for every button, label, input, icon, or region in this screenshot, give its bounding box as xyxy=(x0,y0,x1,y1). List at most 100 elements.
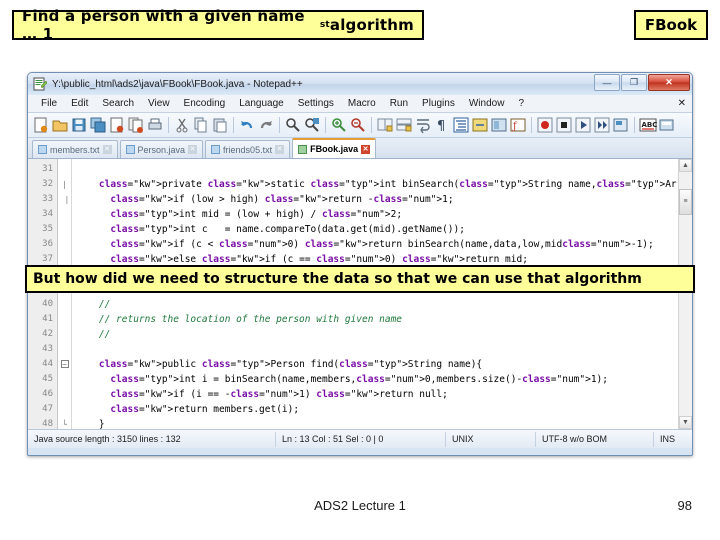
editor-vertical-scrollbar[interactable]: ▲ ≡ ▼ xyxy=(678,159,692,429)
print-icon[interactable] xyxy=(146,116,164,134)
close-document-icon[interactable]: ✕ xyxy=(678,98,686,109)
paste-icon[interactable] xyxy=(211,116,229,134)
open-file-icon[interactable] xyxy=(51,116,69,134)
menu-item-help[interactable]: ? xyxy=(511,98,531,109)
doc-map-icon[interactable] xyxy=(490,116,508,134)
toolbar-separator xyxy=(279,117,280,133)
code-editor[interactable]: 31 32 33 34 35 36 37 40 41 42 43 44 45 4… xyxy=(28,159,692,429)
maximize-button[interactable]: ❐ xyxy=(621,74,647,91)
code-text-area[interactable]: class="kw">private class="kw">static cla… xyxy=(72,159,678,429)
menu-item-file[interactable]: File xyxy=(34,98,64,109)
scroll-up-arrow-icon[interactable]: ▲ xyxy=(679,159,692,172)
line-number: 45 xyxy=(42,374,53,384)
menu-item-run[interactable]: Run xyxy=(383,98,415,109)
menu-item-encoding[interactable]: Encoding xyxy=(177,98,233,109)
slide-title-tail: algorithm xyxy=(329,16,414,34)
replace-icon[interactable] xyxy=(303,116,321,134)
window-title-text: Y:\public_html\ads2\java\FBook\FBook.jav… xyxy=(52,78,303,90)
code-folding-column[interactable]: | | − └ xyxy=(58,159,72,429)
tab-label: members.txt xyxy=(50,144,100,155)
undo-icon[interactable] xyxy=(238,116,256,134)
tab-fbook-java[interactable]: FBook.java ✕ xyxy=(292,138,377,158)
menu-item-edit[interactable]: Edit xyxy=(64,98,95,109)
sync-scroll-h-icon[interactable] xyxy=(395,116,413,134)
tab-close-icon[interactable]: ✕ xyxy=(188,145,198,154)
cut-icon[interactable] xyxy=(173,116,191,134)
find-icon[interactable] xyxy=(284,116,302,134)
redo-icon[interactable] xyxy=(257,116,275,134)
minimize-button[interactable]: — xyxy=(594,74,620,91)
ui-goto-icon[interactable] xyxy=(471,116,489,134)
spellcheck-icon[interactable]: ABC xyxy=(639,116,657,134)
sync-scroll-v-icon[interactable] xyxy=(376,116,394,134)
function-list-icon[interactable]: ƒ xyxy=(509,116,527,134)
tab-close-icon[interactable]: ✕ xyxy=(102,145,112,154)
window-titlebar[interactable]: Y:\public_html\ads2\java\FBook\FBook.jav… xyxy=(28,73,692,95)
tab-members-txt[interactable]: members.txt ✕ xyxy=(32,140,118,158)
mid-callout-text: But how did we need to structure the dat… xyxy=(33,271,642,287)
menu-item-macro[interactable]: Macro xyxy=(341,98,383,109)
code-line: // returns the location of the person wi… xyxy=(76,314,403,325)
line-number: 48 xyxy=(42,419,53,429)
close-button[interactable]: ✕ xyxy=(648,74,690,91)
svg-text:¶: ¶ xyxy=(437,119,445,134)
tab-person-java[interactable]: Person.java ✕ xyxy=(119,140,204,158)
new-file-icon[interactable] xyxy=(32,116,50,134)
line-number: 36 xyxy=(42,239,53,249)
word-wrap-icon[interactable] xyxy=(414,116,432,134)
code-line: class="kw">private class="kw">static cla… xyxy=(98,179,678,190)
line-number: 41 xyxy=(42,314,53,324)
toolbar-separator xyxy=(233,117,234,133)
fold-marker xyxy=(58,162,71,177)
fold-marker xyxy=(58,297,71,312)
menu-item-settings[interactable]: Settings xyxy=(291,98,341,109)
menu-item-language[interactable]: Language xyxy=(232,98,291,109)
record-macro-icon[interactable] xyxy=(536,116,554,134)
copy-icon[interactable] xyxy=(192,116,210,134)
code-line: // xyxy=(76,329,111,340)
fold-marker xyxy=(58,222,71,237)
code-line: class="kw">public class="typ">Person fin… xyxy=(98,359,483,370)
status-eol-format: UNIX xyxy=(446,431,536,447)
save-macro-icon[interactable] xyxy=(612,116,630,134)
slide-footer: ADS2 Lecture 1 98 xyxy=(0,494,720,516)
scrollbar-thumb[interactable]: ≡ xyxy=(679,189,692,215)
code-line: class="kw">return members.get(i); xyxy=(110,404,300,415)
close-all-icon[interactable] xyxy=(127,116,145,134)
stop-macro-icon[interactable] xyxy=(555,116,573,134)
line-number: 40 xyxy=(42,299,53,309)
tab-friends05-txt[interactable]: friends05.txt ✕ xyxy=(205,140,291,158)
code-line: class="typ">int i = binSearch(name,membe… xyxy=(110,374,608,385)
tab-close-icon[interactable]: ✕ xyxy=(275,145,285,154)
zoom-out-icon[interactable] xyxy=(349,116,367,134)
menu-item-search[interactable]: Search xyxy=(95,98,141,109)
fast-play-macro-icon[interactable] xyxy=(593,116,611,134)
menu-item-plugins[interactable]: Plugins xyxy=(415,98,462,109)
close-file-icon[interactable] xyxy=(108,116,126,134)
svg-text:ABC: ABC xyxy=(642,121,658,129)
show-all-chars-icon[interactable]: ¶ xyxy=(433,116,451,134)
line-number: 34 xyxy=(42,209,53,219)
play-macro-icon[interactable] xyxy=(574,116,592,134)
file-icon xyxy=(211,145,221,154)
tab-close-icon[interactable]: ✕ xyxy=(361,144,371,154)
menu-item-window[interactable]: Window xyxy=(462,98,512,109)
run-icon[interactable] xyxy=(658,116,676,134)
fold-marker xyxy=(58,237,71,252)
scroll-down-arrow-icon[interactable]: ▼ xyxy=(679,416,692,429)
save-all-icon[interactable] xyxy=(89,116,107,134)
zoom-in-icon[interactable] xyxy=(330,116,348,134)
indent-guide-icon[interactable] xyxy=(452,116,470,134)
fold-end-marker: └ xyxy=(62,420,67,429)
fold-marker[interactable]: | | xyxy=(58,177,71,204)
status-caret-position: Ln : 13 Col : 51 Sel : 0 | 0 xyxy=(276,431,446,447)
fold-marker xyxy=(58,402,71,417)
menu-item-view[interactable]: View xyxy=(141,98,177,109)
toolbar: ¶ ƒ ABC xyxy=(28,113,692,138)
line-number: 32 xyxy=(42,179,53,189)
fold-collapse-box-icon[interactable]: − xyxy=(58,357,71,372)
notepadpp-app-icon xyxy=(33,77,48,91)
notepadpp-window: Y:\public_html\ads2\java\FBook\FBook.jav… xyxy=(27,72,693,456)
save-icon[interactable] xyxy=(70,116,88,134)
